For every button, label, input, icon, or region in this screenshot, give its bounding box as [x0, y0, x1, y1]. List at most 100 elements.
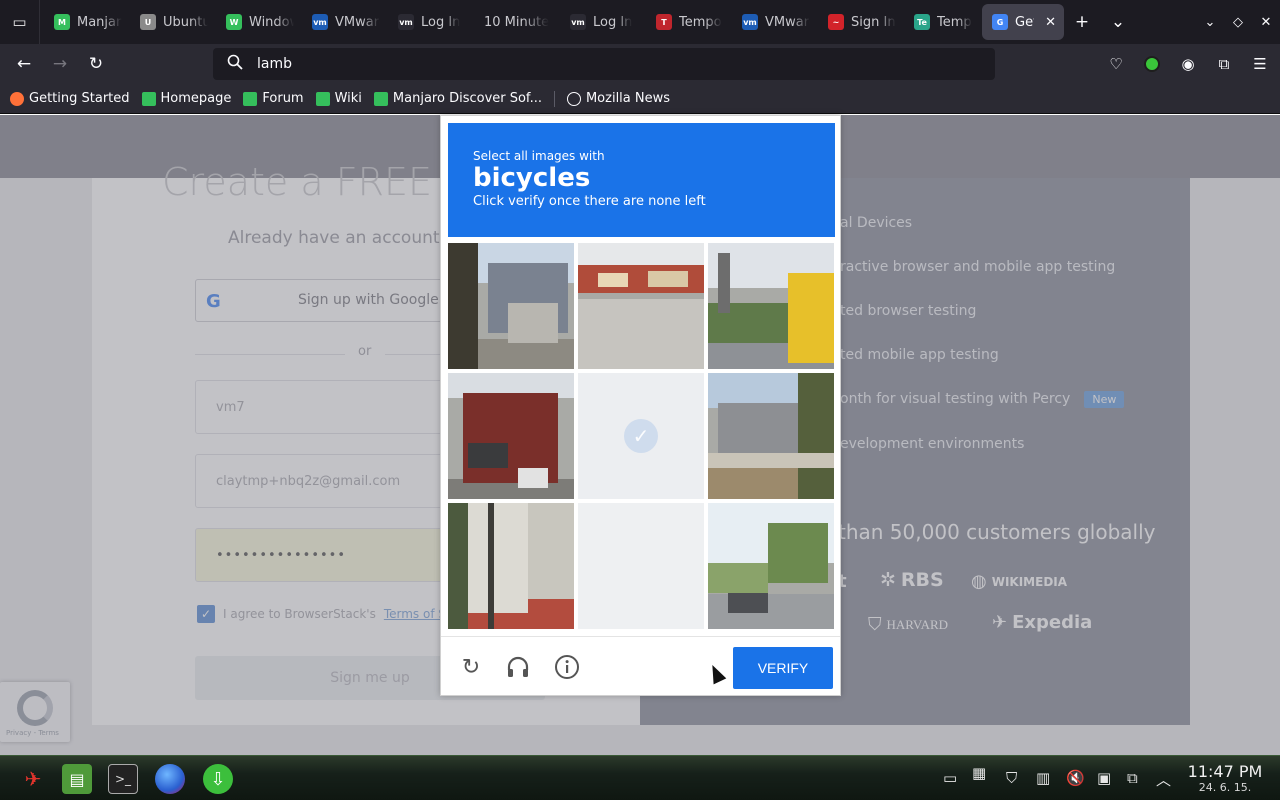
new-tab-button[interactable]: + [1064, 0, 1100, 44]
menu-icon[interactable]: ☰ [1246, 50, 1274, 78]
firefox-view-button[interactable]: ▭ [0, 0, 40, 44]
bookmark-item[interactable]: Homepage [141, 91, 231, 106]
system-taskbar: ✈ ▤ >_ ⇩ ▭ ▦ ⛉ ▥ 🔇 ▣ ⧉ ︿ 11:47 PM 24. 6.… [0, 755, 1280, 800]
forward-button[interactable]: → [42, 44, 78, 84]
headphones-icon [507, 656, 529, 677]
tab-1[interactable]: M Manjaro [44, 4, 130, 40]
tab-10[interactable]: ~ Sign In [818, 4, 904, 40]
address-bar[interactable]: lamb [213, 48, 995, 80]
volume-muted-icon[interactable]: 🔇 [1066, 769, 1085, 787]
display-icon[interactable]: ▦ [972, 764, 986, 782]
downloader-icon[interactable]: ⇩ [203, 764, 233, 794]
manjaro-icon [373, 91, 388, 106]
browser-icon[interactable] [155, 764, 185, 794]
maximize-icon[interactable]: ◇ [1224, 15, 1252, 30]
extensions-icon[interactable]: ⧉ [1210, 50, 1238, 78]
file-manager-icon[interactable]: ▤ [62, 764, 92, 794]
clipboard-icon[interactable]: ▥ [1036, 769, 1050, 787]
tab-4[interactable]: vm VMware [302, 4, 388, 40]
toolbar-actions: ♡ ◉ ⧉ ☰ [1102, 44, 1274, 84]
bookmark-separator [553, 90, 555, 107]
manjaro-icon [243, 91, 258, 106]
tab-8[interactable]: T Tempo [646, 4, 732, 40]
bookmark-label: Mozilla News [585, 91, 671, 106]
recaptcha-challenge: Select all images with bicycles Click ve… [440, 115, 841, 696]
help-button[interactable] [553, 653, 581, 681]
captcha-tile-7[interactable] [448, 503, 574, 629]
tab-7[interactable]: vm Log In [560, 4, 646, 40]
bookmark-item[interactable]: Getting Started [10, 91, 130, 106]
pocket-icon[interactable]: ♡ [1102, 50, 1130, 78]
clock-time: 11:47 PM [1187, 762, 1263, 781]
bookmark-item[interactable]: Manjaro Discover Sof... [373, 91, 542, 106]
network-icon[interactable]: ⧉ [1127, 769, 1138, 787]
instruction-text: Select all images with [473, 149, 605, 163]
challenge-footer: ↻ VERIFY [441, 636, 840, 696]
system-clock[interactable]: 11:47 PM 24. 6. 15. [1180, 762, 1270, 794]
firefox-view-icon: ▭ [12, 13, 27, 31]
audio-challenge-button[interactable] [504, 653, 532, 681]
captcha-tile-1[interactable] [448, 243, 574, 369]
bookmark-label: Getting Started [29, 91, 130, 106]
back-button[interactable]: ← [6, 44, 42, 84]
captcha-tile-4[interactable] [448, 373, 574, 499]
arrow-left-icon: ← [16, 54, 32, 74]
tab-6[interactable]: 10 Minute [474, 4, 560, 40]
tab-title: Ubuntu [163, 14, 208, 30]
tab-12[interactable]: G Get ✕ [982, 4, 1064, 40]
account-icon[interactable]: ◉ [1174, 50, 1202, 78]
captcha-tile-8[interactable] [578, 503, 704, 629]
shield-icon[interactable]: ⛉ [1006, 769, 1017, 787]
tab-favicon-icon: vm [742, 14, 758, 30]
captcha-tile-5[interactable]: ✓ [578, 373, 704, 499]
tab-title: 10 Minute [484, 14, 550, 30]
address-input[interactable]: lamb [257, 56, 292, 72]
tab-title: Sign In [851, 14, 896, 30]
tab-2[interactable]: U Ubuntu [130, 4, 216, 40]
tab-favicon-icon: vm [312, 14, 328, 30]
info-icon [555, 655, 579, 679]
bookmark-item[interactable]: Wiki [315, 91, 362, 106]
tab-title: Tempo [679, 14, 722, 30]
verify-button[interactable]: VERIFY [733, 647, 833, 689]
instruction-subtext: Click verify once there are none left [473, 193, 706, 209]
tab-3[interactable]: W Windows [216, 4, 302, 40]
reload-challenge-button[interactable]: ↻ [457, 653, 485, 681]
tab-favicon-icon: M [54, 14, 70, 30]
chevron-down-icon: ⌄ [1110, 12, 1126, 32]
manjaro-icon [141, 91, 156, 106]
reload-button[interactable]: ↻ [78, 44, 114, 84]
tab-5[interactable]: vm Log In [388, 4, 474, 40]
tab-favicon-icon: T [656, 14, 672, 30]
globe-icon [566, 91, 581, 106]
challenge-instructions: Select all images with bicycles Click ve… [448, 123, 835, 237]
captcha-tile-9[interactable] [708, 503, 834, 629]
bookmark-label: Forum [262, 91, 304, 106]
terminal-icon[interactable]: >_ [108, 764, 138, 794]
close-window-icon[interactable]: ✕ [1252, 15, 1280, 30]
minimize-icon[interactable]: ⌄ [1196, 15, 1224, 30]
save-icon[interactable]: ▣ [1097, 769, 1111, 787]
tile-selected-check-icon: ✓ [624, 419, 658, 453]
close-tab-icon[interactable]: ✕ [1045, 15, 1056, 30]
tab-strip: M Manjaro U Ubuntu W Windows vm VMware vm Log In 1… [40, 0, 1064, 44]
image-grid: ✓ [448, 243, 836, 631]
app-launcher-icon[interactable]: ✈ [18, 764, 48, 794]
tab-9[interactable]: vm VMware [732, 4, 818, 40]
tab-favicon-icon: Te [914, 14, 930, 30]
window-icon[interactable]: ▭ [943, 769, 957, 787]
captcha-tile-2[interactable] [578, 243, 704, 369]
tab-11[interactable]: Te Temp [904, 4, 982, 40]
tab-title: VMware [335, 14, 380, 30]
list-all-tabs-button[interactable]: ⌄ [1100, 0, 1136, 44]
tab-favicon-icon: vm [570, 14, 586, 30]
extension-status-icon[interactable] [1138, 50, 1166, 78]
tab-title: Get [1015, 14, 1034, 30]
reload-icon: ↻ [88, 54, 104, 74]
bookmark-item[interactable]: Forum [243, 91, 304, 106]
manjaro-icon [315, 91, 330, 106]
captcha-tile-3[interactable] [708, 243, 834, 369]
chevron-up-icon[interactable]: ︿ [1156, 769, 1171, 790]
captcha-tile-6[interactable] [708, 373, 834, 499]
bookmark-item[interactable]: Mozilla News [566, 91, 671, 106]
